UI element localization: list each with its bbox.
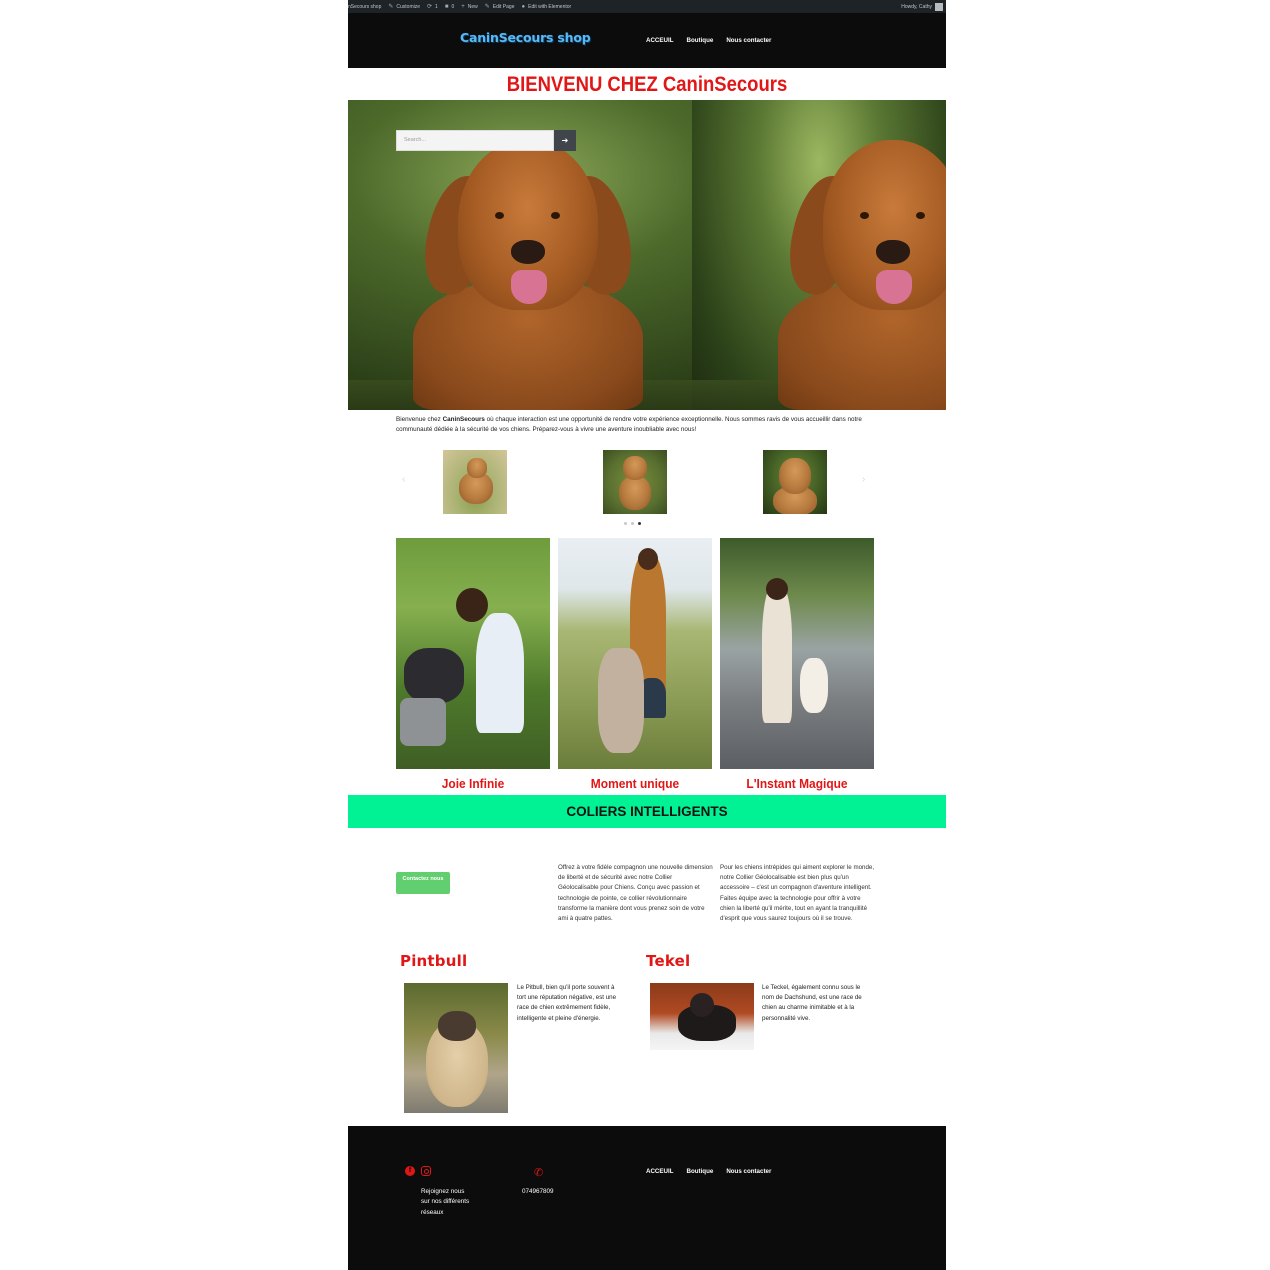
site-footer: f Rejoignez nous sur nos différents rése…: [348, 1126, 946, 1270]
comment-icon: ■: [444, 3, 449, 10]
updates-icon: ⟳: [427, 4, 433, 10]
footer-nav-boutique[interactable]: Boutique: [687, 1168, 714, 1175]
footer-nav: ACCEUIL Boutique Nous contacter: [646, 1168, 771, 1175]
admin-edit-elementor-link[interactable]: ● Edit with Elementor: [521, 4, 571, 10]
breed-title-pitbull: Pintbull: [400, 952, 468, 970]
pencil-icon: ✎: [484, 4, 490, 10]
breed-title-tekel: Tekel: [646, 952, 691, 970]
admin-howdy: Howdy, Cathy: [901, 3, 932, 10]
hero-banner: Search... ➔: [348, 100, 946, 410]
page-title: BIENVENU CHEZ CaninSecours: [506, 72, 788, 96]
site-header: CaninSecours shop ACCEUIL Boutique Nous …: [348, 13, 946, 68]
search-input[interactable]: Search...: [396, 130, 554, 151]
avatar: [935, 2, 943, 11]
golden-retriever-image: [403, 120, 653, 410]
gallery-photo-man-with-dog: [558, 538, 712, 769]
golden-retriever-image-repeat: [768, 120, 946, 410]
footer-nav-accueil[interactable]: ACCEUIL: [646, 1168, 674, 1175]
carousel-dot[interactable]: [624, 522, 627, 525]
brush-icon: ✎: [388, 4, 394, 10]
admin-updates-link[interactable]: ⟳ 1: [427, 3, 438, 11]
phone-icon: ✆: [534, 1167, 544, 1179]
admin-edit-page-label: Edit Page: [492, 3, 515, 10]
contact-us-button[interactable]: Contactez nous: [396, 872, 450, 894]
gallery-photo-woman-with-dog: [396, 538, 550, 769]
image-carousel: ‹ ›: [396, 448, 876, 528]
footer-join-text: Rejoignez nous sur nos différents réseau…: [421, 1188, 470, 1216]
nav-item-contact[interactable]: Nous contacter: [726, 37, 771, 44]
gallery-photo-woman-walking-dog: [720, 538, 874, 769]
wp-admin-bar: nSecours shop ✎ Customize ⟳ 1 ■ 0 + New ✎ Edi…: [348, 0, 946, 13]
admin-comments-count: 0: [451, 3, 455, 10]
carousel-slide[interactable]: [443, 450, 507, 514]
carousel-slide[interactable]: [763, 450, 827, 514]
admin-edit-page-link[interactable]: ✎ Edit Page: [484, 3, 515, 11]
admin-new-label: New: [467, 3, 478, 10]
elementor-icon: ●: [521, 3, 526, 10]
plus-icon: +: [461, 3, 465, 10]
nav-item-boutique[interactable]: Boutique: [687, 37, 714, 44]
pug-image: [404, 983, 508, 1113]
caption-joie-infinie: Joie Infinie: [441, 776, 505, 791]
admin-customize-link[interactable]: ✎ Customize: [388, 3, 421, 11]
carousel-slide[interactable]: [603, 450, 667, 514]
chevron-right-icon[interactable]: ›: [862, 474, 865, 485]
intro-before: Bienvenue chez: [396, 416, 443, 423]
admin-updates-count: 1: [435, 3, 438, 10]
chevron-left-icon[interactable]: ‹: [402, 474, 405, 485]
page: nSecours shop ✎ Customize ⟳ 1 ■ 0 + New ✎ Edi…: [348, 0, 946, 1270]
admin-comments-link[interactable]: ■ 0: [445, 4, 454, 10]
admin-account-menu[interactable]: Howdy, Cathy: [901, 2, 943, 11]
admin-new-link[interactable]: + New: [461, 4, 478, 10]
footer-phone-number[interactable]: 074967809: [522, 1188, 554, 1195]
intro-brand: CaninSecours: [442, 416, 485, 423]
caption-moment-unique: Moment unique: [590, 776, 680, 791]
section-heading-band: COLIERS INTELLIGENTS: [348, 795, 946, 828]
breed-text-tekel: Le Teckel, également connu sous le nom d…: [762, 984, 862, 1022]
site-logo[interactable]: CaninSecours shop: [460, 30, 591, 45]
carousel-dot[interactable]: [631, 522, 634, 525]
admin-site-link[interactable]: nSecours shop: [348, 4, 381, 10]
social-links: f: [405, 1166, 431, 1176]
search-submit-button[interactable]: ➔: [554, 130, 576, 151]
main-nav: ACCEUIL Boutique Nous contacter: [646, 37, 771, 44]
caption-instant-magique: L'Instant Magique: [746, 776, 848, 791]
nav-item-accueil[interactable]: ACCEUIL: [646, 37, 674, 44]
admin-site-label: nSecours shop: [348, 3, 382, 10]
feature-text-1: Offrez à votre fidèle compagnon une nouv…: [558, 864, 713, 923]
facebook-icon[interactable]: f: [405, 1166, 415, 1176]
instagram-icon[interactable]: [421, 1166, 431, 1176]
footer-nav-contact[interactable]: Nous contacter: [726, 1168, 771, 1175]
admin-edit-elementor-label: Edit with Elementor: [528, 3, 572, 10]
carousel-pagination: [624, 522, 641, 525]
search-form: Search... ➔: [396, 130, 576, 151]
arrow-right-icon: ➔: [561, 136, 569, 145]
breed-text-pitbull: Le Pitbull, bien qu'il porte souvent à t…: [517, 984, 617, 1022]
intro-text: Bienvenue chez CaninSecours où chaque in…: [396, 415, 876, 435]
feature-text-2: Pour les chiens intrépides qui aiment ex…: [720, 864, 875, 923]
admin-customize-label: Customize: [396, 3, 421, 10]
carousel-dot-active[interactable]: [638, 522, 641, 525]
dachshund-image: [650, 983, 754, 1050]
